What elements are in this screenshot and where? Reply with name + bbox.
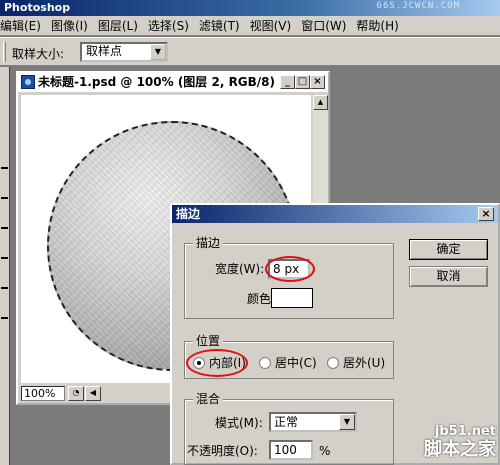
tool-marker bbox=[1, 317, 8, 319]
dialog-close-button[interactable]: × bbox=[478, 207, 494, 221]
radio-center[interactable]: 居中(C) bbox=[259, 354, 317, 371]
top-watermark: 66S.JCWCN.COM bbox=[376, 1, 460, 11]
mode-label: 模式(M): bbox=[215, 416, 263, 430]
ok-button[interactable]: 确定 bbox=[409, 239, 488, 260]
status-menu-icon[interactable]: ◔ bbox=[68, 386, 84, 401]
sample-size-label: 取样大小: bbox=[12, 47, 65, 61]
mode-select[interactable]: 正常 ▼ bbox=[269, 412, 357, 432]
scroll-up-icon[interactable]: ▲ bbox=[313, 95, 328, 110]
document-title-bar[interactable]: 未标题-1.psd @ 100% (图层 2, RGB/8) _ □ × bbox=[18, 73, 328, 92]
radio-unchecked-icon bbox=[259, 356, 271, 369]
menu-layer[interactable]: 图层(L) bbox=[93, 17, 143, 35]
app-title: Photoshop bbox=[4, 1, 71, 14]
center-label: 居中(C) bbox=[275, 356, 317, 370]
chevron-down-icon[interactable]: ▼ bbox=[339, 414, 355, 430]
opacity-label: 不透明度(O): bbox=[187, 444, 258, 458]
tool-marker bbox=[1, 287, 8, 289]
chevron-down-icon[interactable]: ▼ bbox=[150, 44, 166, 60]
width-label: 宽度(W): bbox=[215, 262, 265, 276]
photoshop-doc-icon bbox=[21, 75, 35, 89]
toolbar-grip[interactable] bbox=[3, 42, 6, 62]
menu-bar: 编辑(E) 图像(I) 图层(L) 选择(S) 滤镜(T) 视图(V) 窗口(W… bbox=[0, 16, 500, 36]
dialog-title-bar[interactable]: 描边 × bbox=[172, 205, 498, 223]
location-group-legend: 位置 bbox=[193, 334, 224, 348]
tool-marker bbox=[1, 167, 8, 169]
scroll-left-icon[interactable]: ◀ bbox=[85, 386, 101, 401]
tool-marker bbox=[1, 197, 8, 199]
zoom-field[interactable]: 100% bbox=[21, 386, 65, 401]
cancel-button[interactable]: 取消 bbox=[409, 266, 488, 287]
opacity-input[interactable]: 100 bbox=[269, 440, 313, 460]
menu-window[interactable]: 窗口(W) bbox=[296, 17, 351, 35]
menu-image[interactable]: 图像(I) bbox=[46, 17, 93, 35]
menu-help[interactable]: 帮助(H) bbox=[351, 17, 403, 35]
zoom-value: 100% bbox=[24, 387, 56, 400]
minimize-button[interactable]: _ bbox=[280, 75, 295, 89]
document-title: 未标题-1.psd @ 100% (图层 2, RGB/8) bbox=[38, 75, 276, 89]
dialog-title: 描边 bbox=[176, 207, 201, 221]
menu-edit[interactable]: 编辑(E) bbox=[0, 17, 46, 35]
outside-label: 居外(U) bbox=[343, 356, 386, 370]
radio-unchecked-icon bbox=[327, 356, 339, 369]
menu-filter[interactable]: 滤镜(T) bbox=[194, 17, 245, 35]
brand-watermark: 脚本之家 bbox=[424, 439, 496, 460]
sample-size-select[interactable]: 取样点 ▼ bbox=[80, 42, 168, 62]
opacity-value: 100 bbox=[274, 443, 297, 457]
options-bar: 取样大小: 取样点 ▼ bbox=[0, 37, 500, 66]
close-document-button[interactable]: × bbox=[310, 75, 325, 89]
blend-group: 混合 模式(M): 正常 ▼ 不透明度(O): 100 % bbox=[184, 392, 394, 465]
mode-value: 正常 bbox=[274, 415, 299, 429]
opacity-unit: % bbox=[319, 444, 331, 458]
highlight-inside-ellipse bbox=[186, 349, 248, 377]
stroke-group-legend: 描边 bbox=[193, 236, 224, 250]
maximize-button[interactable]: □ bbox=[295, 75, 310, 89]
color-swatch[interactable] bbox=[271, 288, 313, 308]
tool-marker bbox=[1, 227, 8, 229]
sample-size-value: 取样点 bbox=[86, 44, 123, 58]
toolbox-edge bbox=[0, 67, 10, 465]
menu-select[interactable]: 选择(S) bbox=[143, 17, 194, 35]
highlight-width-ellipse bbox=[265, 256, 315, 282]
radio-outside[interactable]: 居外(U) bbox=[327, 354, 385, 371]
blend-group-legend: 混合 bbox=[193, 392, 224, 406]
menu-view[interactable]: 视图(V) bbox=[245, 17, 297, 35]
tool-marker bbox=[1, 257, 8, 259]
